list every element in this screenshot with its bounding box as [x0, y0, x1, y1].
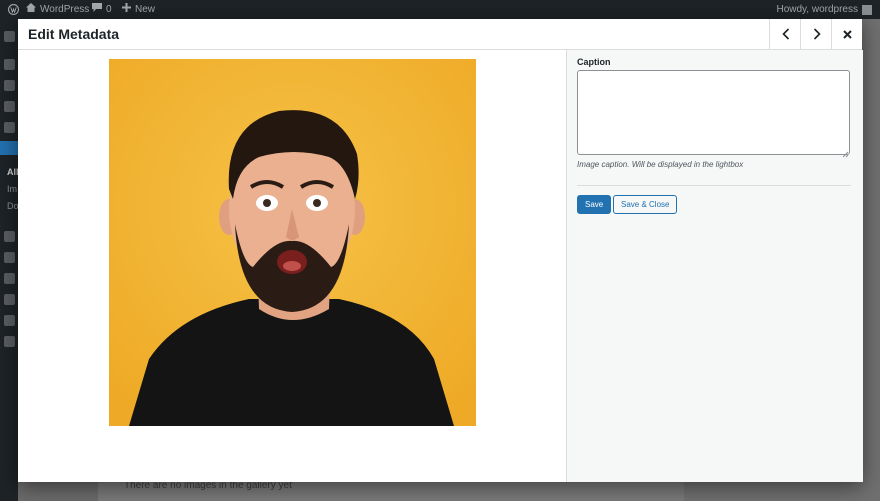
sidebar-item-docs[interactable]: Do	[7, 201, 19, 211]
admin-bar: WordPress 0 New Howdy, wordpress	[0, 0, 880, 19]
tools-icon[interactable]	[4, 294, 15, 305]
admin-sidebar: All Im Do	[0, 19, 19, 501]
sidebar-item-all[interactable]: All	[7, 167, 19, 177]
gallery-icon[interactable]	[0, 141, 18, 155]
comment-count: 0	[106, 4, 112, 15]
admin-bar-site[interactable]: WordPress	[26, 0, 89, 19]
caption-label: Caption	[577, 57, 611, 67]
users-icon[interactable]	[4, 273, 15, 284]
admin-bar-comments[interactable]: 0	[92, 0, 112, 19]
modal-body: Caption Image caption. Will be displayed…	[18, 50, 863, 482]
dashboard-icon[interactable]	[4, 31, 15, 42]
site-name: WordPress	[40, 4, 90, 15]
divider	[577, 185, 851, 186]
admin-bar-new[interactable]: New	[122, 0, 155, 19]
plugins-icon[interactable]	[4, 252, 15, 263]
new-label: New	[135, 4, 156, 15]
save-button[interactable]: Save	[577, 195, 612, 214]
next-button[interactable]	[800, 19, 832, 49]
close-icon	[843, 29, 852, 39]
avatar	[862, 4, 872, 15]
media-preview-pane	[18, 50, 566, 482]
comments-icon[interactable]	[4, 122, 15, 133]
save-and-close-button[interactable]: Save & Close	[613, 195, 678, 214]
appearance-icon[interactable]	[4, 231, 15, 242]
admin-bar-account[interactable]: Howdy, wordpress	[776, 0, 872, 19]
caption-textarea[interactable]	[577, 70, 850, 155]
collapse-icon[interactable]	[4, 336, 15, 347]
image-preview	[109, 59, 476, 426]
resize-handle-icon[interactable]	[841, 146, 849, 158]
close-button[interactable]	[831, 19, 863, 49]
pages-icon[interactable]	[4, 101, 15, 112]
edit-metadata-modal: Edit Metadata Caption Image caption. Wil…	[18, 19, 863, 482]
sidebar-item-images[interactable]: Im	[7, 184, 17, 194]
chevron-left-icon	[781, 28, 790, 40]
home-icon	[26, 0, 36, 19]
metadata-details-pane: Caption Image caption. Will be displayed…	[566, 50, 863, 482]
comment-icon	[92, 0, 102, 19]
howdy-text: Howdy, wordpress	[776, 4, 858, 15]
modal-title: Edit Metadata	[28, 26, 120, 42]
modal-header: Edit Metadata	[18, 19, 862, 50]
previous-button[interactable]	[769, 19, 801, 49]
chevron-right-icon	[813, 28, 821, 40]
caption-help-text: Image caption. Will be displayed in the …	[577, 160, 744, 169]
wordpress-logo-icon[interactable]	[6, 0, 20, 19]
posts-icon[interactable]	[4, 59, 15, 70]
settings-icon[interactable]	[4, 315, 15, 326]
plus-icon	[122, 0, 131, 19]
media-icon[interactable]	[4, 80, 15, 91]
